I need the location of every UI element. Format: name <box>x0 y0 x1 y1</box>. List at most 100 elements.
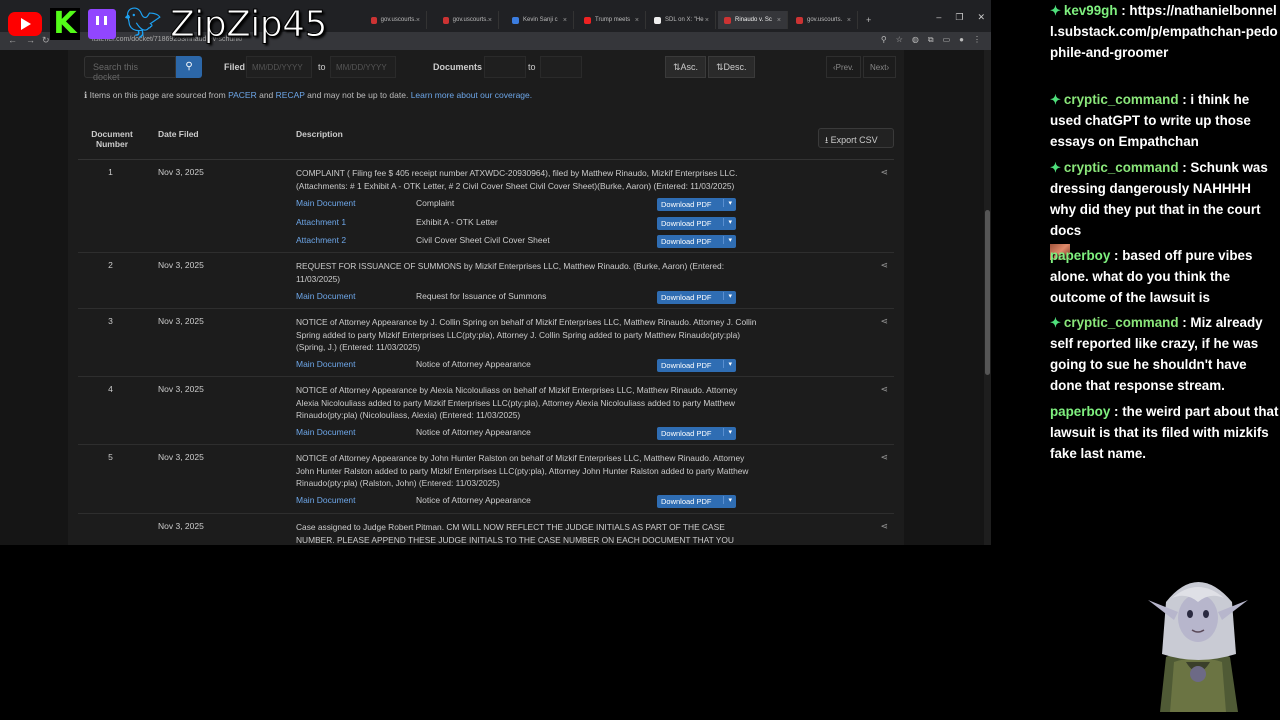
attachment-1-link[interactable]: Attachment 1 <box>296 217 346 227</box>
download-pdf-button[interactable]: Download PDF ▾ <box>657 495 736 508</box>
dropdown-caret-icon[interactable]: ▾ <box>723 360 732 368</box>
download-pdf-button[interactable]: Download PDF ▾ <box>657 291 736 304</box>
sort-icon: ⇅ <box>673 62 681 72</box>
download-pdf-button[interactable]: Download PDF ▾ <box>657 198 736 211</box>
extension-icon[interactable]: ◍ <box>912 35 919 45</box>
new-tab-button[interactable]: + <box>860 11 876 29</box>
entry-description: REQUEST FOR ISSUANCE OF SUMMONS by Mizki… <box>296 261 725 284</box>
description-header: Description <box>296 129 343 139</box>
share-icon[interactable]: ⋖ <box>880 452 888 463</box>
document-description: Civil Cover Sheet Civil Cover Sheet <box>416 235 550 245</box>
chat-message: paperboy : the weird part about that law… <box>1050 404 1279 461</box>
favicon-icon <box>371 16 377 24</box>
profile-icon[interactable]: ● <box>959 35 964 45</box>
entry-description: COMPLAINT ( Filing fee $ 405 receipt num… <box>296 168 738 191</box>
sort-desc-button[interactable]: ⇅Desc. <box>708 56 755 78</box>
window-controls: – ❐ ✕ <box>936 12 985 23</box>
chat-message: ✦ kev99gh : https://nathanielbonnell.subs… <box>1050 3 1278 60</box>
doc-number-header: Document Number <box>91 129 133 149</box>
chat-username: cryptic_command <box>1063 160 1179 175</box>
dropdown-caret-icon[interactable]: ▾ <box>723 199 732 207</box>
menu-icon[interactable]: ⋮ <box>973 35 981 45</box>
browser-tab-active[interactable]: Rinaudo v. Sc × <box>718 11 788 29</box>
close-tab-icon[interactable]: × <box>705 17 709 24</box>
prev-page-button[interactable]: ‹Prev. <box>826 56 861 78</box>
search-button[interactable]: ⚲ <box>176 56 202 78</box>
browser-tab[interactable]: Trump meets × <box>578 11 646 29</box>
extensions-puzzle-icon[interactable]: ⧉ <box>928 35 934 45</box>
dropdown-caret-icon[interactable]: ▾ <box>723 496 732 504</box>
browser-tab[interactable]: SDL on X: "He × <box>648 11 716 29</box>
filed-from-date-input[interactable]: MM/DD/YYYY <box>246 56 312 78</box>
close-tab-icon[interactable]: × <box>847 17 851 24</box>
date-filed: Nov 3, 2025 <box>158 521 204 531</box>
chat-message: ✦ cryptic_command : i think he used chatG… <box>1050 92 1251 149</box>
docket-row: 5 Nov 3, 2025 NOTICE of Attorney Appeara… <box>78 445 894 514</box>
main-document-link[interactable]: Main Document <box>296 427 356 437</box>
main-document-link[interactable]: Main Document <box>296 291 356 301</box>
minimize-icon[interactable]: – <box>936 12 941 23</box>
favicon-icon <box>724 16 731 24</box>
share-icon[interactable]: ⋖ <box>880 316 888 327</box>
learn-more-link[interactable]: Learn more about our coverage. <box>411 90 532 100</box>
document-line: Main Document Notice of Attorney Appeara… <box>296 357 746 373</box>
close-tab-icon[interactable]: × <box>488 17 492 24</box>
close-tab-icon[interactable]: × <box>416 17 420 24</box>
date-filed-header: Date Filed <box>158 129 199 139</box>
main-document-link[interactable]: Main Document <box>296 198 356 208</box>
streamer-name: ZipZip45 <box>170 3 328 45</box>
download-pdf-button[interactable]: Download PDF ▾ <box>657 427 736 440</box>
page-scrollbar[interactable] <box>984 50 991 545</box>
favicon-icon <box>796 16 803 24</box>
main-document-link[interactable]: Main Document <box>296 359 356 369</box>
share-icon[interactable]: ⋖ <box>880 384 888 395</box>
badge-icon: ✦ <box>1050 160 1061 175</box>
close-window-icon[interactable]: ✕ <box>977 12 985 23</box>
entry-description: NOTICE of Attorney Appearance by John Hu… <box>296 453 749 488</box>
sidebar-icon[interactable]: ▭ <box>943 35 951 45</box>
download-pdf-button[interactable]: Download PDF ▾ <box>657 359 736 372</box>
youtube-icon <box>8 12 42 36</box>
bookmark-star-icon[interactable]: ☆ <box>896 35 903 45</box>
close-tab-icon[interactable]: × <box>635 17 639 24</box>
close-tab-icon[interactable]: × <box>563 17 567 24</box>
filed-to-date-input[interactable]: MM/DD/YYYY <box>330 56 396 78</box>
docket-search-input[interactable]: Search this docket <box>84 56 176 82</box>
dropdown-caret-icon[interactable]: ▾ <box>723 292 732 300</box>
document-line: Main Document Complaint Download PDF ▾ <box>296 196 746 212</box>
zoom-icon[interactable]: ⚲ <box>881 35 887 45</box>
close-tab-icon[interactable]: × <box>777 17 781 24</box>
maximize-icon[interactable]: ❐ <box>955 12 963 23</box>
browser-tab[interactable]: gov.uscourts. × <box>790 11 858 29</box>
pacer-link[interactable]: PACER <box>228 90 257 100</box>
streamer-overlay: K 🐦︎ ZipZip45 <box>8 2 328 46</box>
filed-label: Filed <box>224 62 246 72</box>
date-filed: Nov 3, 2025 <box>158 384 204 394</box>
download-pdf-button[interactable]: Download PDF ▾ <box>657 235 736 248</box>
export-csv-button[interactable]: ⭳ Export CSV <box>818 128 894 148</box>
scrollbar-thumb[interactable] <box>985 210 990 375</box>
browser-tab[interactable]: gov.uscourts. × <box>365 11 427 29</box>
share-icon[interactable]: ⋖ <box>880 521 888 532</box>
favicon-icon <box>512 16 519 24</box>
download-pdf-button[interactable]: Download PDF ▾ <box>657 217 736 230</box>
dropdown-caret-icon[interactable]: ▾ <box>723 236 732 244</box>
main-document-link[interactable]: Main Document <box>296 495 356 505</box>
docket-row: 4 Nov 3, 2025 NOTICE of Attorney Appeara… <box>78 377 894 445</box>
recap-link[interactable]: RECAP <box>276 90 305 100</box>
dropdown-caret-icon[interactable]: ▾ <box>723 428 732 436</box>
documents-to-input[interactable] <box>540 56 582 78</box>
attachment-2-link[interactable]: Attachment 2 <box>296 235 346 245</box>
documents-from-input[interactable] <box>484 56 526 78</box>
chat-username: paperboy <box>1050 248 1111 263</box>
document-description: Notice of Attorney Appearance <box>416 427 531 437</box>
share-icon[interactable]: ⋖ <box>880 167 888 178</box>
next-page-button[interactable]: Next› <box>863 56 897 78</box>
browser-tab[interactable]: gov.uscourts. × <box>437 11 499 29</box>
share-icon[interactable]: ⋖ <box>880 260 888 271</box>
document-description: Notice of Attorney Appearance <box>416 359 531 369</box>
dropdown-caret-icon[interactable]: ▾ <box>723 218 732 226</box>
sort-asc-button[interactable]: ⇅Asc. <box>665 56 707 78</box>
browser-tab[interactable]: Kevin Sanji c × <box>506 11 574 29</box>
badge-icon: ✦ <box>1050 315 1061 330</box>
